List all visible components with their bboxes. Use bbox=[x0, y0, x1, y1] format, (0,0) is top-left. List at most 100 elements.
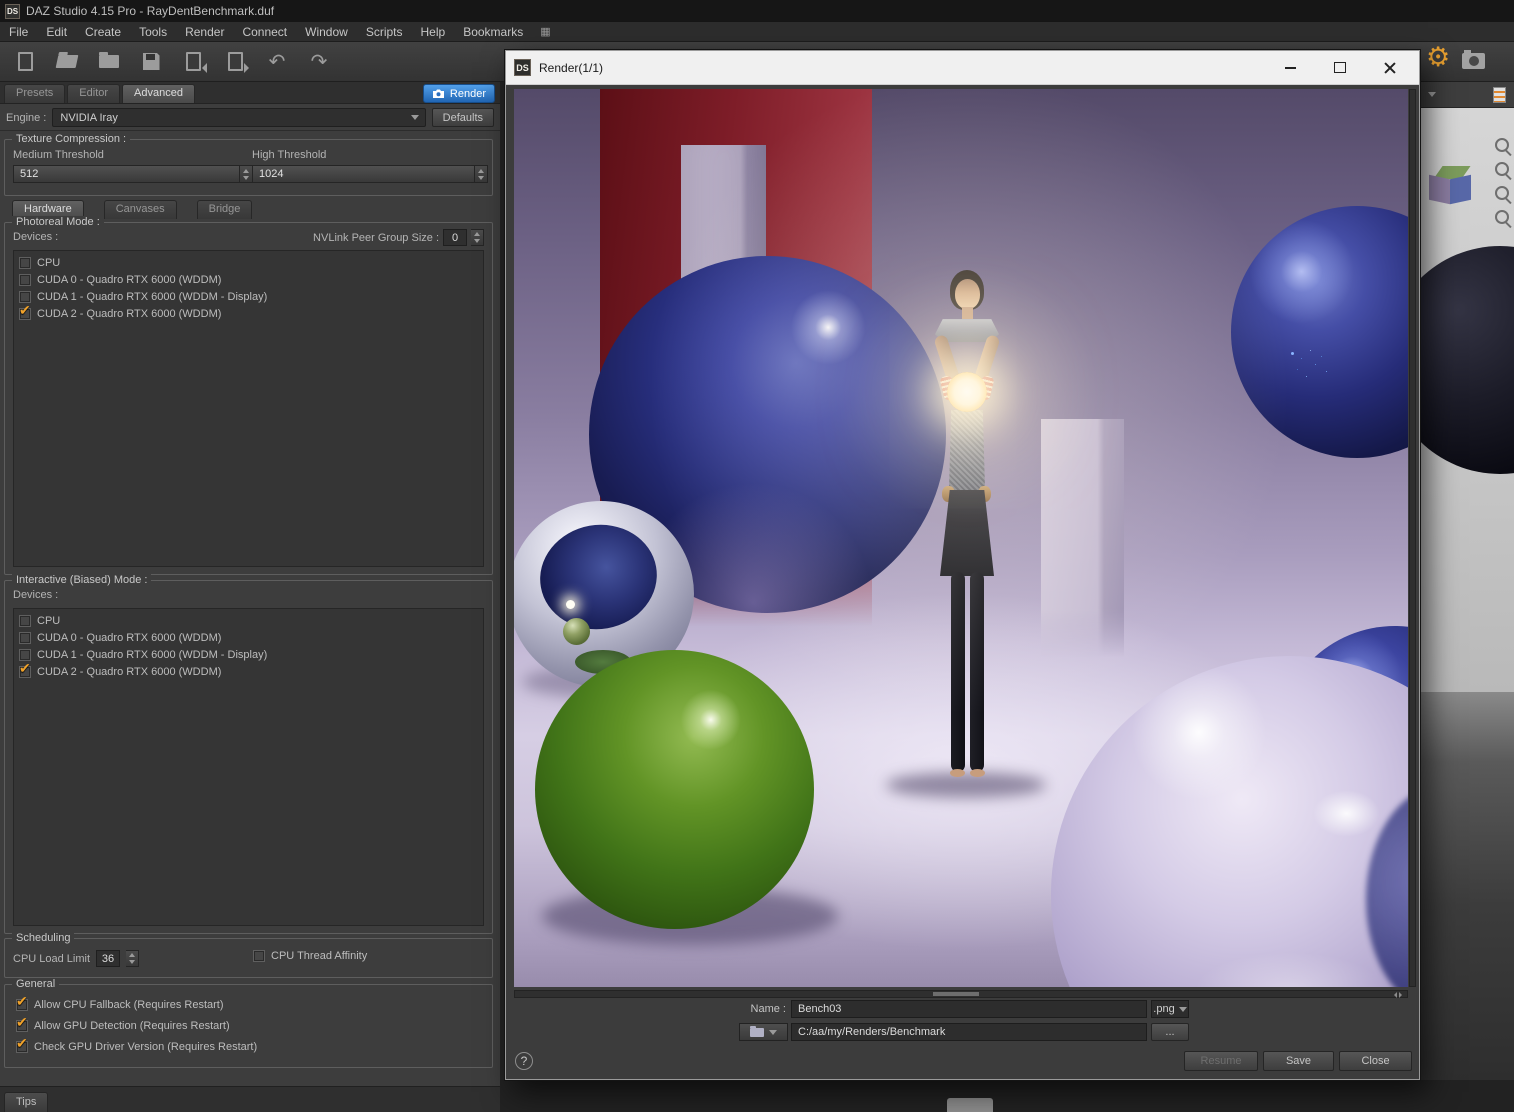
settings-gear-icon[interactable]: ⚙ bbox=[1426, 44, 1450, 71]
vertical-scrollbar[interactable] bbox=[1409, 89, 1416, 987]
tab-bridge[interactable]: Bridge bbox=[197, 200, 253, 219]
undo-icon[interactable]: ↶ bbox=[264, 49, 290, 75]
save-file-icon[interactable] bbox=[138, 49, 164, 75]
high-threshold-slider[interactable]: 1024 bbox=[252, 165, 488, 183]
option-row[interactable]: Allow CPU Fallback (Requires Restart) bbox=[13, 994, 484, 1015]
render-camera-icon[interactable] bbox=[1462, 53, 1485, 69]
render-window-titlebar[interactable]: DS Render(1/1) bbox=[506, 51, 1419, 85]
defaults-button[interactable]: Defaults bbox=[432, 108, 494, 127]
camera-icon bbox=[432, 89, 445, 98]
new-file-icon[interactable] bbox=[12, 49, 38, 75]
menu-tools[interactable]: Tools bbox=[130, 25, 176, 39]
nvlink-label: NVLink Peer Group Size : bbox=[313, 232, 439, 244]
minimize-icon[interactable] bbox=[1273, 56, 1307, 80]
tab-canvases[interactable]: Canvases bbox=[104, 200, 177, 219]
device-row[interactable]: CPU bbox=[16, 612, 481, 629]
device-row[interactable]: CUDA 1 - Quadro RTX 6000 (WDDM - Display… bbox=[16, 646, 481, 663]
option-checkbox[interactable] bbox=[16, 999, 28, 1011]
render-settings-pane: Presets Editor Advanced Render Engine : … bbox=[0, 82, 500, 1112]
menu-window[interactable]: Window bbox=[296, 25, 357, 39]
thread-affinity-row[interactable]: CPU Thread Affinity bbox=[253, 950, 367, 962]
folder-icon bbox=[750, 1028, 764, 1037]
option-checkbox[interactable] bbox=[16, 1041, 28, 1053]
device-label: CUDA 2 - Quadro RTX 6000 (WDDM) bbox=[37, 666, 221, 678]
tab-presets[interactable]: Presets bbox=[4, 84, 65, 103]
titlebar[interactable]: DS DAZ Studio 4.15 Pro - RayDentBenchmar… bbox=[0, 0, 1514, 22]
menu-file[interactable]: File bbox=[0, 25, 37, 39]
menu-grid-icon[interactable]: ▦ bbox=[532, 25, 558, 38]
menu-bookmarks[interactable]: Bookmarks bbox=[454, 25, 532, 39]
high-threshold-label: High Threshold bbox=[252, 149, 326, 161]
spinner[interactable] bbox=[126, 950, 139, 967]
spinner[interactable] bbox=[475, 165, 488, 183]
viewport-canvas[interactable] bbox=[1420, 108, 1514, 692]
tips-button[interactable]: Tips bbox=[4, 1092, 48, 1112]
save-button[interactable]: Save bbox=[1263, 1051, 1334, 1071]
resume-button[interactable]: Resume bbox=[1184, 1051, 1258, 1071]
option-checkbox[interactable] bbox=[16, 1020, 28, 1032]
device-row[interactable]: CUDA 2 - Quadro RTX 6000 (WDDM) bbox=[16, 305, 481, 322]
bottom-bar-handle[interactable] bbox=[947, 1098, 993, 1112]
export-file-icon[interactable] bbox=[222, 49, 248, 75]
device-checkbox[interactable] bbox=[19, 666, 31, 678]
slider-value[interactable]: 512 bbox=[13, 165, 240, 183]
option-row[interactable]: Allow GPU Detection (Requires Restart) bbox=[13, 1015, 484, 1036]
device-row[interactable]: CUDA 0 - Quadro RTX 6000 (WDDM) bbox=[16, 629, 481, 646]
open-file-icon[interactable] bbox=[54, 49, 80, 75]
render-button[interactable]: Render bbox=[423, 84, 495, 103]
device-row[interactable]: CUDA 1 - Quadro RTX 6000 (WDDM - Display… bbox=[16, 288, 481, 305]
device-checkbox[interactable] bbox=[19, 615, 31, 627]
device-checkbox[interactable] bbox=[19, 257, 31, 269]
device-row[interactable]: CUDA 2 - Quadro RTX 6000 (WDDM) bbox=[16, 663, 481, 680]
option-row[interactable]: Check GPU Driver Version (Requires Resta… bbox=[13, 1036, 484, 1057]
menu-help[interactable]: Help bbox=[412, 25, 455, 39]
device-checkbox[interactable] bbox=[19, 308, 31, 320]
folder-dropdown[interactable] bbox=[739, 1023, 788, 1041]
browse-button[interactable]: ... bbox=[1151, 1023, 1189, 1041]
cpu-load-value[interactable]: 36 bbox=[96, 950, 120, 967]
help-button[interactable]: ? bbox=[515, 1052, 533, 1070]
menu-create[interactable]: Create bbox=[76, 25, 130, 39]
slider-value[interactable]: 1024 bbox=[252, 165, 475, 183]
menu-scripts[interactable]: Scripts bbox=[357, 25, 412, 39]
maximize-icon[interactable] bbox=[1323, 56, 1357, 80]
nvlink-value[interactable]: 0 bbox=[443, 229, 467, 246]
interactive-mode-group: Interactive (Biased) Mode : Devices : CP… bbox=[4, 580, 493, 934]
menu-edit[interactable]: Edit bbox=[37, 25, 76, 39]
glowing-orb bbox=[947, 372, 987, 412]
import-file-icon[interactable] bbox=[180, 49, 206, 75]
device-row[interactable]: CPU bbox=[16, 254, 481, 271]
viewport-tool-icon[interactable] bbox=[1495, 138, 1509, 152]
viewport-tool-icon[interactable] bbox=[1495, 162, 1509, 176]
medium-threshold-slider[interactable]: 512 bbox=[13, 165, 253, 183]
device-checkbox[interactable] bbox=[19, 632, 31, 644]
pane-menu-icon[interactable] bbox=[1428, 92, 1436, 97]
close-icon[interactable] bbox=[1373, 56, 1407, 80]
device-label: CUDA 1 - Quadro RTX 6000 (WDDM - Display… bbox=[37, 649, 267, 661]
spinner[interactable] bbox=[471, 229, 484, 246]
merge-file-icon[interactable] bbox=[96, 49, 122, 75]
devices-label: Devices : bbox=[13, 231, 58, 243]
group-title: Texture Compression : bbox=[12, 133, 130, 145]
device-row[interactable]: CUDA 0 - Quadro RTX 6000 (WDDM) bbox=[16, 271, 481, 288]
format-dropdown[interactable]: .png bbox=[1151, 1000, 1189, 1018]
view-cube-gizmo[interactable] bbox=[1428, 166, 1476, 212]
viewport-tool-icon[interactable] bbox=[1495, 186, 1509, 200]
device-checkbox[interactable] bbox=[19, 274, 31, 286]
menu-render[interactable]: Render bbox=[176, 25, 233, 39]
viewport-tool-icon[interactable] bbox=[1495, 210, 1509, 224]
app-icon: DS bbox=[5, 4, 20, 19]
thread-affinity-checkbox[interactable] bbox=[253, 950, 265, 962]
tab-editor[interactable]: Editor bbox=[67, 84, 120, 103]
name-input[interactable]: Bench03 bbox=[791, 1000, 1147, 1018]
device-label: CUDA 1 - Quadro RTX 6000 (WDDM - Display… bbox=[37, 291, 267, 303]
menu-connect[interactable]: Connect bbox=[233, 25, 296, 39]
path-input[interactable]: C:/aa/my/Renders/Benchmark bbox=[791, 1023, 1147, 1041]
redo-icon[interactable]: ↷ bbox=[306, 49, 332, 75]
scene-column-right bbox=[1041, 419, 1124, 657]
close-button[interactable]: Close bbox=[1339, 1051, 1412, 1071]
pane-list-icon[interactable] bbox=[1493, 87, 1506, 103]
engine-dropdown[interactable]: NVIDIA Iray bbox=[52, 108, 425, 127]
horizontal-scrollbar[interactable] bbox=[514, 990, 1408, 998]
tab-advanced[interactable]: Advanced bbox=[122, 84, 195, 103]
